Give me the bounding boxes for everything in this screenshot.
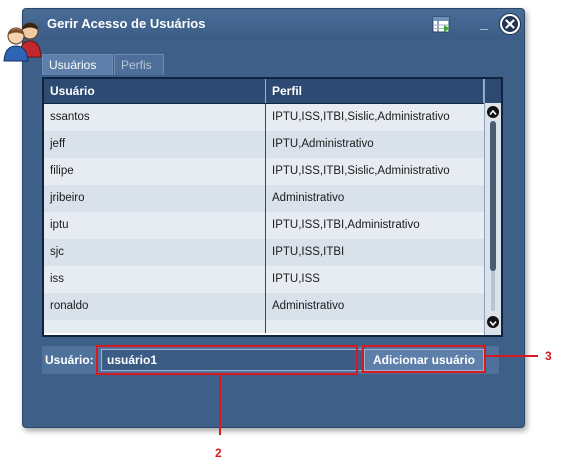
scrollbar-thumb[interactable] [490, 121, 496, 271]
button-callout-number: 3 [545, 349, 552, 363]
add-user-button[interactable]: Adicionar usuário [364, 349, 484, 371]
profile-cell: Administrativo [272, 300, 345, 312]
profile-cell: IPTU,Administrativo [272, 138, 374, 150]
user-cell [44, 320, 266, 333]
user-cell: iptu [44, 212, 266, 239]
table-row[interactable]: ssantos IPTU,ISS,ITBI,Sislic,Administrat… [44, 104, 484, 132]
profile-cell [266, 320, 484, 333]
user-cell: sjc [44, 239, 266, 266]
button-callout-line [486, 355, 538, 357]
user-cell: filipe [44, 158, 266, 185]
user-cell: ronaldo [44, 293, 266, 320]
profile-cell: IPTU,ISS,ITBI,Sislic,Administrativo [272, 111, 450, 123]
add-user-form: Usuário: Adicionar usuário [42, 346, 499, 374]
user-cell: jribeiro [44, 185, 266, 212]
table-row[interactable]: jribeiro Administrativo [44, 185, 484, 213]
user-name-input[interactable] [101, 349, 365, 371]
table-row[interactable]: sjc IPTU,ISS,ITBI [44, 239, 484, 267]
table-row[interactable]: iss IPTU,ISS [44, 266, 484, 294]
chevron-up-icon [489, 109, 497, 116]
close-icon [502, 16, 518, 32]
input-callout-line [219, 375, 221, 435]
profile-cell: IPTU,ISS [272, 273, 320, 285]
profile-cell: Administrativo [272, 192, 345, 204]
user-cell: iss [44, 266, 266, 293]
window-titlebar[interactable]: Gerir Acesso de Usuários _ [23, 9, 524, 41]
user-cell: jeff [44, 131, 266, 158]
table-row[interactable] [44, 320, 484, 333]
scroll-up-button[interactable] [487, 106, 499, 118]
users-icon [1, 17, 47, 63]
table-row[interactable]: jeff IPTU,Administrativo [44, 131, 484, 159]
scroll-down-button[interactable] [487, 316, 499, 328]
minimize-button[interactable]: _ [480, 16, 494, 30]
close-button[interactable] [499, 13, 521, 35]
vertical-scrollbar[interactable] [484, 79, 501, 335]
profile-cell: IPTU,ISS,ITBI,Administrativo [272, 219, 420, 231]
grid-settings-icon[interactable] [432, 16, 452, 34]
table-row[interactable]: iptu IPTU,ISS,ITBI,Administrativo [44, 212, 484, 240]
profile-cell: IPTU,ISS,ITBI,Sislic,Administrativo [272, 165, 450, 177]
column-header-perfil[interactable]: Perfil [266, 79, 484, 103]
user-cell: ssantos [44, 104, 266, 131]
table-row[interactable]: filipe IPTU,ISS,ITBI,Sislic,Administrati… [44, 158, 484, 186]
table-header: Usuário Perfil [44, 79, 484, 104]
window-title: Gerir Acesso de Usuários [47, 16, 206, 31]
table-row[interactable]: ronaldo Administrativo [44, 293, 484, 321]
tab-usuarios[interactable]: Usuários [42, 54, 113, 75]
user-access-window: Gerir Acesso de Usuários _ Usuários Perf… [3, 8, 525, 428]
chevron-down-icon [489, 320, 497, 327]
user-field-label: Usuário: [45, 353, 94, 367]
column-header-usuario[interactable]: Usuário [44, 79, 266, 103]
tab-perfis[interactable]: Perfis [114, 54, 164, 75]
users-table: Usuário Perfil ssantos IPTU,ISS,ITBI,Sis… [42, 77, 503, 337]
profile-cell: IPTU,ISS,ITBI [272, 246, 345, 258]
table-body: ssantos IPTU,ISS,ITBI,Sislic,Administrat… [44, 104, 484, 333]
scrollbar-header [485, 79, 501, 103]
input-callout-number: 2 [215, 446, 222, 460]
